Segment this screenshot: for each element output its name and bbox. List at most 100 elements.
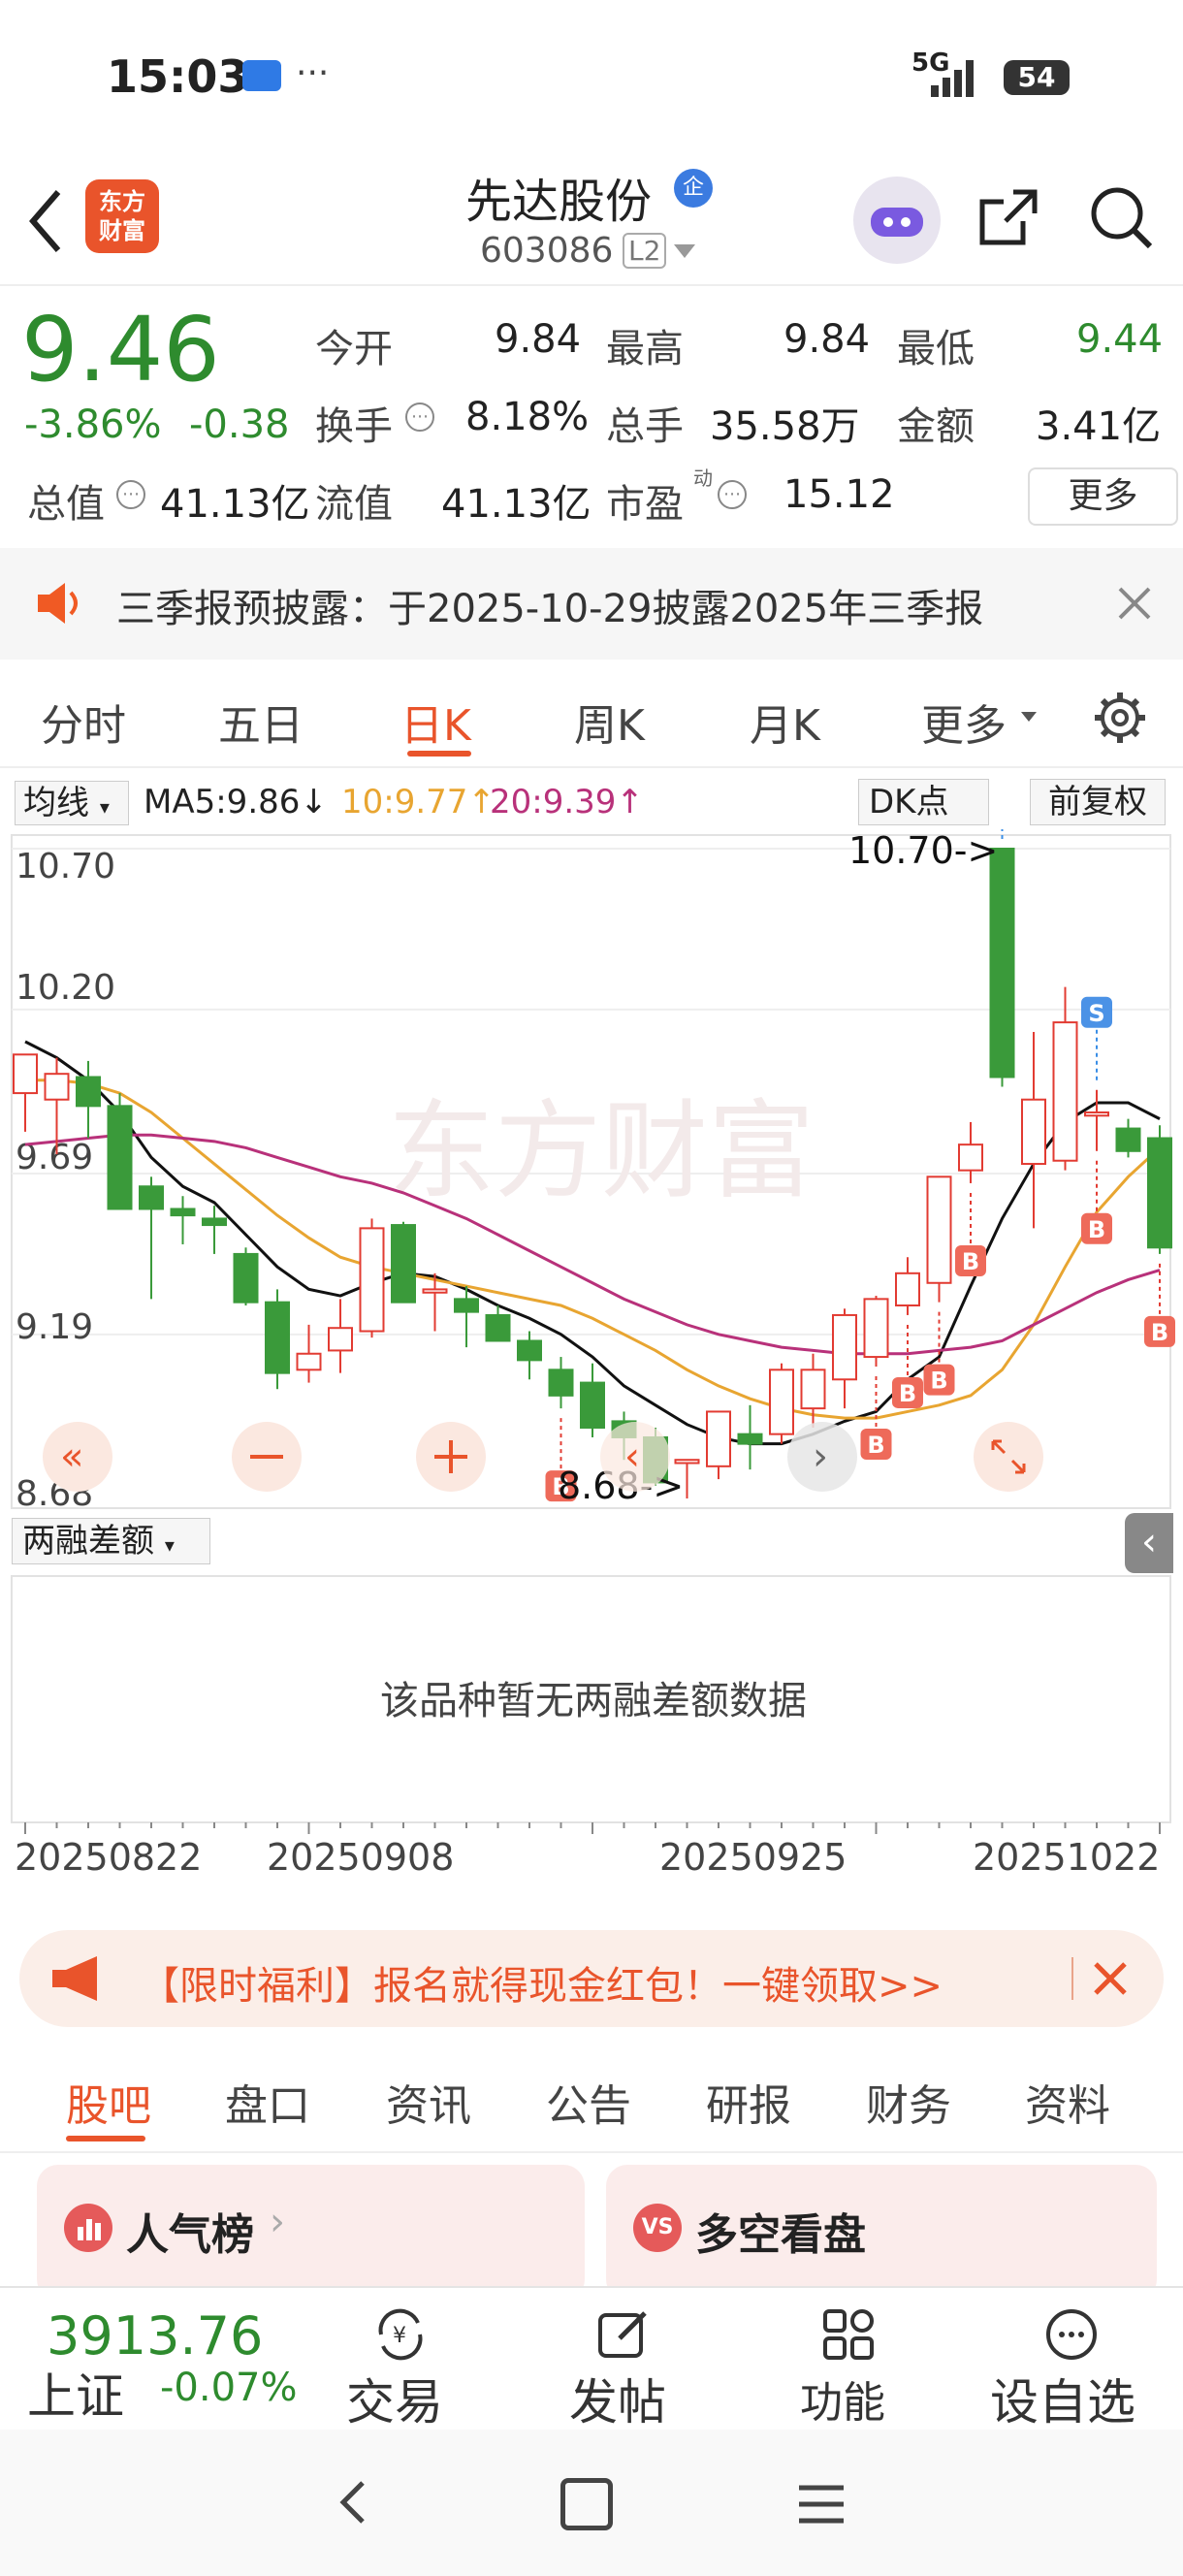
candle-body <box>76 1076 101 1108</box>
tab-weekly-k[interactable]: 周K <box>574 691 645 753</box>
sub-indicator-select[interactable]: 两融差额 ▾ <box>12 1518 210 1564</box>
feature-cards: 人气榜 › VS 多空看盘 <box>0 2155 1183 2301</box>
tab-intraday[interactable]: 分时 <box>41 691 126 753</box>
tab-guba[interactable]: 股吧 <box>66 2071 151 2133</box>
vs-icon: VS <box>633 2204 682 2252</box>
promo-banner[interactable]: 【限时福利】报名就得现金红包！一键领取>> <box>19 1930 1164 2027</box>
kline-chart: 均线 ▾ MA5:9.86↓ 10:9.77↑ 20:9.39↑ DK点 前复权… <box>0 771 1183 1906</box>
dk-point-select[interactable]: DK点 <box>858 779 989 825</box>
tab-order-book[interactable]: 盘口 <box>225 2071 310 2133</box>
scroll-left-glyph: « <box>60 1434 83 1479</box>
settings-gear-icon[interactable] <box>1091 689 1149 747</box>
candle-body <box>107 1105 133 1210</box>
tab-more[interactable]: 更多 <box>921 691 1007 753</box>
notice-bar[interactable]: 三季报预披露：于2025-10-29披露2025年三季报 <box>0 548 1183 660</box>
more-status-dots: ··· <box>296 53 330 93</box>
info-icon[interactable]: ⋯ <box>116 480 145 509</box>
robot-assistant-icon[interactable] <box>853 177 941 264</box>
level2-badge: L2 <box>623 233 667 269</box>
system-menu-icon[interactable] <box>795 2478 847 2530</box>
popularity-card[interactable]: 人气榜 › <box>37 2165 585 2301</box>
system-home-icon[interactable] <box>560 2478 613 2530</box>
collapse-panel-icon[interactable]: ‹ <box>1125 1513 1173 1573</box>
fullscreen-icon[interactable] <box>974 1422 1043 1492</box>
eastmoney-logo[interactable]: 东方 财富 <box>85 179 159 253</box>
tab-monthly-k[interactable]: 月K <box>750 691 820 753</box>
value-low: 9.44 <box>1076 317 1164 362</box>
candle-body <box>1115 1127 1141 1152</box>
candle-body <box>958 1143 983 1172</box>
search-icon[interactable] <box>1086 182 1156 252</box>
y-label-2: 10.20 <box>16 968 115 1008</box>
back-icon[interactable] <box>19 182 78 260</box>
info-icon[interactable]: ⋯ <box>405 402 434 432</box>
candle-body <box>454 1298 479 1313</box>
share-icon[interactable] <box>975 182 1044 252</box>
label-pe: 市盈 <box>606 482 684 527</box>
yen-exchange-icon: ¥ <box>371 2305 430 2364</box>
system-back-icon[interactable] <box>330 2473 378 2531</box>
signal-marker-B: B <box>860 1429 892 1461</box>
close-icon[interactable] <box>1110 579 1159 628</box>
bar-chart-icon <box>64 2204 112 2252</box>
tab-news[interactable]: 资讯 <box>386 2071 471 2133</box>
close-icon[interactable] <box>1086 1954 1135 2003</box>
divider <box>1071 1957 1073 2000</box>
empty-subchart-message: 该品种暂无两融差额数据 <box>380 1679 807 1723</box>
label-low: 最低 <box>897 327 975 371</box>
stock-name: 先达股份 <box>465 175 653 229</box>
tab-five-day[interactable]: 五日 <box>218 691 304 753</box>
chart-svg: 东方财富 10.70 10.20 9.69 9.19 8.68 BBBBBSSB… <box>11 829 1175 1834</box>
quote-panel: 9.46 -3.86% -0.38 今开 9.84 最高 9.84 最低 9.4… <box>0 288 1183 545</box>
candle-body <box>265 1301 290 1374</box>
adjust-select[interactable]: 前复权 <box>1030 779 1166 825</box>
caret-down-icon[interactable] <box>674 244 695 258</box>
candle-body <box>1147 1137 1172 1249</box>
ma-select[interactable]: 均线 ▾ <box>15 781 129 825</box>
x-date-2: 20250908 <box>267 1836 455 1879</box>
candle-body <box>328 1327 353 1352</box>
candle-body <box>800 1368 826 1410</box>
candle-body <box>895 1272 920 1306</box>
tab-finance[interactable]: 财务 <box>866 2071 951 2133</box>
info-tabs: 股吧 盘口 资讯 公告 研报 财务 资料 <box>0 2046 1183 2153</box>
candle-body <box>13 1053 38 1095</box>
signal-text: B <box>930 1368 947 1395</box>
value-float: 41.13亿 <box>441 482 592 527</box>
trade-button[interactable]: ¥ 交易 <box>335 2298 465 2431</box>
post-button[interactable]: 发帖 <box>558 2298 688 2431</box>
tab-research[interactable]: 研报 <box>706 2071 791 2133</box>
functions-button[interactable]: 功能 <box>785 2298 916 2429</box>
candle-body <box>674 1459 700 1465</box>
candle-body <box>391 1224 416 1304</box>
signal-marker-B: B <box>955 1244 986 1276</box>
system-navigation-bar <box>0 2430 1183 2576</box>
label-open: 今开 <box>315 327 393 371</box>
caret-down-icon <box>1021 712 1037 722</box>
candle-body <box>517 1339 542 1362</box>
speaker-icon <box>34 579 88 628</box>
more-button[interactable]: 更多 <box>1028 467 1178 526</box>
long-short-card[interactable]: VS 多空看盘 <box>606 2165 1157 2301</box>
status-bar: 15:03 ··· 5G 54 <box>0 0 1183 155</box>
logo-line2: 财富 <box>99 217 145 244</box>
index-change: -0.07% <box>160 2366 298 2410</box>
stock-code: 603086 <box>480 231 614 271</box>
tab-daily-k[interactable]: 日K <box>400 691 471 753</box>
candle-body <box>863 1298 889 1359</box>
tab-profile[interactable]: 资料 <box>1025 2071 1110 2133</box>
value-amount: 3.41亿 <box>1036 404 1162 449</box>
signal-marker-B: B <box>1081 1212 1112 1244</box>
index-name[interactable]: 上证 <box>27 2358 124 2428</box>
info-icon[interactable]: ⋯ <box>718 480 747 509</box>
tab-announcements[interactable]: 公告 <box>546 2071 631 2133</box>
popularity-title: 人气榜 <box>126 2210 254 2260</box>
label-high: 最高 <box>606 327 684 371</box>
logo-line1: 东方 <box>99 188 145 215</box>
add-watchlist-button[interactable]: 设自选 <box>984 2298 1168 2431</box>
change-amount: -0.38 <box>189 402 290 447</box>
signal-icon <box>921 56 979 101</box>
candle-body <box>233 1252 259 1304</box>
candle-body <box>1021 1098 1046 1166</box>
signal-marker-B: B <box>892 1376 923 1408</box>
